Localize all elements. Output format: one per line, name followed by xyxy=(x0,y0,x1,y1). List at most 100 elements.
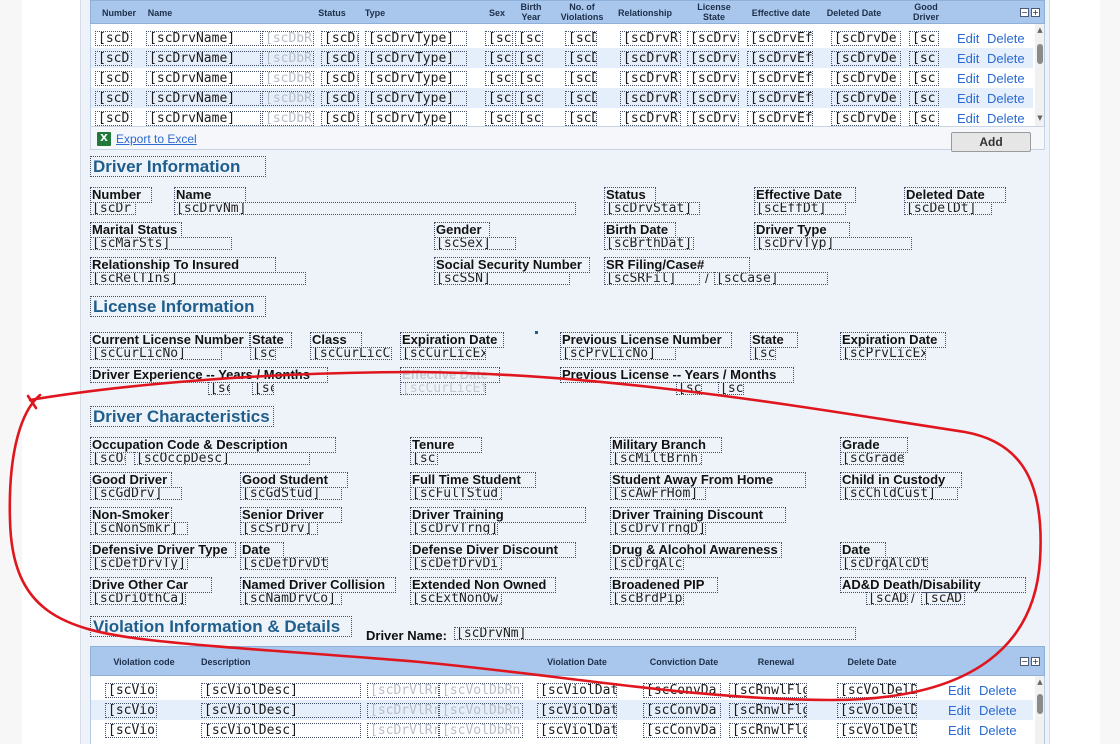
delete-link[interactable]: Delete xyxy=(987,72,1025,86)
driver-experience-years[interactable]: [sc[ xyxy=(208,382,230,395)
driver-experience-months[interactable]: [sc[ xyxy=(252,382,274,395)
col-header-violations[interactable]: No. of Violations xyxy=(554,2,610,22)
scrollbar-thumb[interactable] xyxy=(1037,694,1043,714)
scroll-up-icon[interactable]: ▲ xyxy=(1036,26,1044,34)
col-header-name[interactable]: Name xyxy=(145,8,175,18)
delete-link[interactable]: Delete xyxy=(987,52,1025,66)
add-disability-value[interactable]: [scAD xyxy=(921,592,965,605)
grade-value[interactable]: [scGrade xyxy=(840,452,904,465)
edit-link[interactable]: Edit xyxy=(957,112,979,126)
col-header-status[interactable]: Status xyxy=(315,8,349,18)
occupation-code-value[interactable]: [scOc xyxy=(90,452,126,465)
col-header-delete-date[interactable]: Delete Date xyxy=(827,657,917,667)
occupation-desc-value[interactable]: [scOccpDesc] xyxy=(134,452,310,465)
col-header-renewal[interactable]: Renewal xyxy=(739,657,813,667)
expand-all-icon[interactable]: + xyxy=(1031,8,1040,17)
good-student-value[interactable]: [scGdStud] xyxy=(240,487,342,500)
extended-non-owned-value[interactable]: [scExtNonOw] xyxy=(410,592,502,605)
previous-experience-years[interactable]: [sc[ xyxy=(676,382,702,395)
table-row[interactable]: [scD [scDrvName] [scDbR [scDr [scDrvType… xyxy=(91,88,1033,108)
driver-type-value[interactable]: [scDrvTyp] xyxy=(754,237,912,250)
edit-link[interactable]: Edit xyxy=(957,52,979,66)
col-header-sex[interactable]: Sex xyxy=(487,8,507,18)
broadened-pip-value[interactable]: [scBrdPip] xyxy=(610,592,684,605)
drug-alcohol-value[interactable]: [scDrgAlc] xyxy=(610,557,684,570)
violations-grid-scrollbar[interactable]: ▲ xyxy=(1035,676,1044,744)
name-value[interactable]: [scDrvNm] xyxy=(174,202,576,215)
add-driver-button[interactable]: Add xyxy=(951,132,1031,152)
class-value[interactable]: [scCurLicCl xyxy=(310,347,392,360)
delete-link[interactable]: Delete xyxy=(979,724,1017,738)
expand-all-icon[interactable]: + xyxy=(1031,657,1040,666)
edit-link[interactable]: Edit xyxy=(957,72,979,86)
edit-link[interactable]: Edit xyxy=(948,704,970,718)
current-expiration-value[interactable]: [scCurLicEx xyxy=(400,347,486,360)
table-row[interactable]: [scD [scDrvName] [scDbR [scDr [scDrvType… xyxy=(91,28,1033,48)
full-time-student-value[interactable]: [scFulTStud] xyxy=(410,487,502,500)
non-smoker-value[interactable]: [scNonSmkr] xyxy=(90,522,188,535)
defensive-driver-type-value[interactable]: [scDefDrvTy] xyxy=(90,557,188,570)
driver-training-value[interactable]: [scDrvTrng] xyxy=(410,522,498,535)
col-header-conviction-date[interactable]: Conviction Date xyxy=(639,657,729,667)
delete-link[interactable]: Delete xyxy=(987,92,1025,106)
sr-case-value[interactable]: [scCase] xyxy=(714,272,828,285)
current-license-state-value[interactable]: [sc( xyxy=(250,347,276,360)
col-header-description[interactable]: Description xyxy=(201,657,261,667)
col-header-effective-date[interactable]: Effective date xyxy=(745,8,817,18)
military-branch-value[interactable]: [scMiltBrnh] xyxy=(610,452,702,465)
edit-link[interactable]: Edit xyxy=(948,684,970,698)
col-header-relationship[interactable]: Relationship xyxy=(615,8,675,18)
good-driver-value[interactable]: [scGdDrv] xyxy=(90,487,182,500)
scrollbar-thumb[interactable] xyxy=(1037,44,1043,64)
col-header-birth-year[interactable]: Birth Year xyxy=(516,2,546,22)
relationship-value[interactable]: [scRelTIns] xyxy=(90,272,306,285)
number-value[interactable]: [scDr xyxy=(90,202,136,215)
previous-license-state-value[interactable]: [scl xyxy=(750,347,776,360)
defensive-date-value[interactable]: [scDefDrvDt xyxy=(240,557,328,570)
scroll-up-icon[interactable]: ▲ xyxy=(1036,678,1044,686)
previous-license-number-value[interactable]: [scPrvLicNo] xyxy=(560,347,676,360)
status-value[interactable]: [scDrvStat] xyxy=(604,202,700,215)
excel-icon[interactable]: X xyxy=(97,132,111,146)
delete-link[interactable]: Delete xyxy=(979,684,1017,698)
edit-link[interactable]: Edit xyxy=(957,32,979,46)
table-row[interactable]: [scViol( [scViolDesc] [scDrVlRrn [scVolD… xyxy=(91,720,1033,740)
violation-driver-name-value[interactable]: [scDrvNm] xyxy=(454,627,856,640)
col-header-number[interactable]: Number xyxy=(93,8,145,18)
col-header-violation-date[interactable]: Violation Date xyxy=(533,657,621,667)
ssn-value[interactable]: [scSSN] xyxy=(434,272,570,285)
add-death-value[interactable]: [scAD xyxy=(866,592,908,605)
marital-status-value[interactable]: [scMarSts] xyxy=(90,237,232,250)
tenure-value[interactable]: [sc] xyxy=(410,452,438,465)
collapse-all-icon[interactable]: − xyxy=(1020,8,1029,17)
edit-link[interactable]: Edit xyxy=(957,92,979,106)
current-effective-date-value[interactable]: [scCurLicEf] xyxy=(400,382,486,395)
drug-alcohol-date-value[interactable]: [scDrgAlcDt xyxy=(840,557,928,570)
table-row[interactable]: [scViol( [scViolDesc] [scDrVlRrn [scVolD… xyxy=(91,700,1033,720)
sr-filing-value[interactable]: [scSRFil] xyxy=(604,272,700,285)
drive-other-car-value[interactable]: [scDriOthCa] xyxy=(90,592,186,605)
child-in-custody-value[interactable]: [scChldCust] xyxy=(840,487,958,500)
previous-expiration-value[interactable]: [scPrvLicEx] xyxy=(840,347,926,360)
senior-driver-value[interactable]: [scSrDrv] xyxy=(240,522,318,535)
collapse-all-icon[interactable]: − xyxy=(1020,657,1029,666)
delete-link[interactable]: Delete xyxy=(979,704,1017,718)
table-row[interactable]: [scD [scDrvName] [scDbR [scDr [scDrvType… xyxy=(91,108,1033,126)
scroll-down-icon[interactable]: ▼ xyxy=(1036,114,1044,122)
gender-value[interactable]: [scSex] xyxy=(434,237,516,250)
named-driver-collision-value[interactable]: [scNamDrvCo] xyxy=(240,592,342,605)
edit-link[interactable]: Edit xyxy=(948,724,970,738)
export-to-excel-link[interactable]: Export to Excel xyxy=(116,132,197,146)
previous-experience-months[interactable]: [sc[ xyxy=(718,382,744,395)
table-row[interactable]: [scD [scDrvName] [scDbR [scDr [scDrvType… xyxy=(91,68,1033,88)
table-row[interactable]: [scViol( [scViolDesc] [scDrVlRrn [scVolD… xyxy=(91,680,1033,700)
student-away-value[interactable]: [scAwFrHom] xyxy=(610,487,706,500)
col-header-license-state[interactable]: License State xyxy=(691,2,737,22)
defense-driver-discount-value[interactable]: [scDefDrvDi] xyxy=(410,557,502,570)
driver-training-discount-value[interactable]: [scDrvTrngD] xyxy=(610,522,706,535)
effective-date-value[interactable]: [scEffDt] xyxy=(754,202,846,215)
col-header-type[interactable]: Type xyxy=(363,8,387,18)
delete-link[interactable]: Delete xyxy=(987,112,1025,126)
table-row[interactable]: [scD [scDrvName] [scDbR [scDr [scDrvType… xyxy=(91,48,1033,68)
col-header-good-driver[interactable]: Good Driver xyxy=(909,2,943,22)
